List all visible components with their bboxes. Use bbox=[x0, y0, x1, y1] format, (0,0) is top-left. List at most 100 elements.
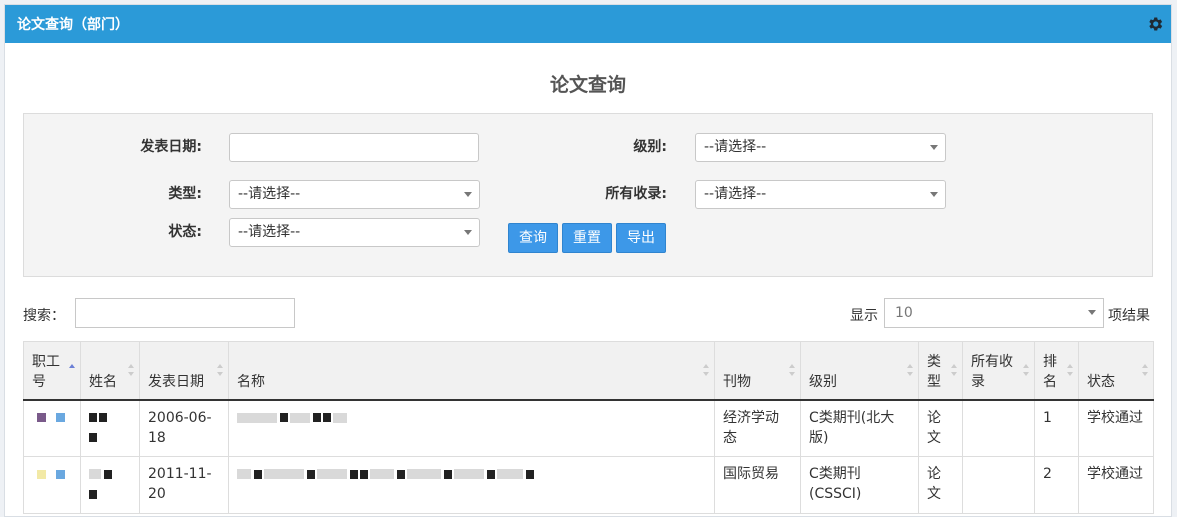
included-in-select[interactable]: --请选择-- bbox=[695, 180, 946, 209]
cell-status: 学校通过 bbox=[1078, 456, 1154, 514]
redacted-block bbox=[526, 469, 534, 479]
cell-employee-id bbox=[23, 456, 81, 514]
reset-button[interactable]: 重置 bbox=[562, 223, 612, 253]
redacted-block bbox=[37, 469, 46, 479]
cell-title bbox=[228, 399, 715, 457]
level-label: 级别: bbox=[633, 139, 667, 155]
table-header-row: 职工号 姓名 发表日期 名称 刊物 级别 类型 所有收录 排名 状态 bbox=[23, 341, 1154, 401]
type-select[interactable]: --请选择-- bbox=[229, 180, 480, 209]
cell-employee-id bbox=[23, 399, 81, 457]
cell-rank: 1 bbox=[1034, 399, 1079, 457]
redacted-block bbox=[264, 469, 304, 479]
redacted-block bbox=[89, 413, 97, 422]
redacted-block bbox=[444, 469, 452, 479]
redacted-block bbox=[317, 469, 347, 479]
col-label: 级别 bbox=[809, 373, 837, 390]
page-size-select[interactable]: 10 bbox=[884, 298, 1104, 328]
cell-type: 论文 bbox=[918, 399, 963, 457]
paper-table: 职工号 姓名 发表日期 名称 刊物 级别 类型 所有收录 排名 状态 2006-… bbox=[23, 341, 1154, 514]
redacted-block bbox=[454, 469, 484, 479]
col-type[interactable]: 类型 bbox=[918, 341, 963, 401]
included-in-select-value: --请选择-- bbox=[704, 186, 767, 202]
chevron-down-icon bbox=[930, 192, 938, 197]
col-status[interactable]: 状态 bbox=[1078, 341, 1154, 401]
cell-journal: 国际贸易 bbox=[714, 456, 801, 514]
cell-title bbox=[228, 456, 715, 514]
panel-title: 论文查询（部门） bbox=[17, 17, 129, 33]
level-select[interactable]: --请选择-- bbox=[695, 133, 946, 162]
sort-asc-icon bbox=[69, 364, 75, 376]
cell-included bbox=[962, 456, 1035, 514]
export-button[interactable]: 导出 bbox=[616, 223, 666, 253]
sort-icon bbox=[907, 364, 913, 377]
chevron-down-icon bbox=[464, 230, 472, 235]
included-in-label: 所有收录: bbox=[605, 186, 667, 202]
main-panel: 论文查询（部门） 论文查询 发表日期: 级别: --请选择-- 类型: --请选… bbox=[4, 4, 1172, 517]
sort-icon bbox=[703, 364, 709, 377]
redacted-block bbox=[89, 489, 97, 499]
chevron-down-icon bbox=[464, 192, 472, 197]
redacted-block bbox=[89, 433, 97, 442]
redacted-block bbox=[313, 413, 321, 422]
publish-date-label: 发表日期: bbox=[140, 139, 202, 155]
cell-publish-date: 2006-06-18 bbox=[139, 399, 229, 457]
col-included[interactable]: 所有收录 bbox=[962, 341, 1035, 401]
redacted-block bbox=[37, 413, 46, 422]
col-rank[interactable]: 排名 bbox=[1034, 341, 1079, 401]
cell-included bbox=[962, 399, 1035, 457]
col-title[interactable]: 名称 bbox=[228, 341, 715, 401]
table-row[interactable]: 2011-11-20 国际贸易 C类期刊(CSSCI) 论文 2 学校通过 bbox=[23, 456, 1154, 514]
redacted-block bbox=[89, 469, 101, 479]
query-button[interactable]: 查询 bbox=[508, 223, 558, 253]
status-select[interactable]: --请选择-- bbox=[229, 218, 480, 247]
redacted-block bbox=[407, 469, 441, 479]
level-select-value: --请选择-- bbox=[704, 139, 767, 155]
cell-type: 论文 bbox=[918, 456, 963, 514]
sort-icon bbox=[1067, 364, 1073, 377]
col-label: 类型 bbox=[927, 353, 941, 390]
col-label: 发表日期 bbox=[148, 373, 204, 390]
status-label: 状态: bbox=[168, 224, 202, 240]
sort-icon bbox=[217, 364, 223, 377]
col-employee-id[interactable]: 职工号 bbox=[23, 341, 81, 401]
col-label: 所有收录 bbox=[971, 353, 1013, 390]
redacted-block bbox=[370, 469, 394, 479]
redacted-block bbox=[237, 412, 277, 423]
page-title: 论文查询 bbox=[549, 74, 626, 96]
redacted-block bbox=[290, 412, 310, 423]
gear-icon[interactable] bbox=[1145, 14, 1165, 34]
sort-icon bbox=[789, 364, 795, 377]
cell-status: 学校通过 bbox=[1078, 399, 1154, 457]
type-select-value: --请选择-- bbox=[238, 186, 301, 202]
status-select-value: --请选择-- bbox=[238, 224, 301, 240]
table-row[interactable]: 2006-06-18 经济学动态 C类期刊(北大版) 论文 1 学校通过 bbox=[23, 399, 1154, 457]
col-label: 职工号 bbox=[32, 353, 60, 390]
redacted-block bbox=[333, 412, 347, 423]
chevron-down-icon bbox=[1088, 310, 1096, 315]
redacted-block bbox=[104, 469, 112, 479]
redacted-block bbox=[56, 469, 65, 479]
results-label: 项结果 bbox=[1108, 308, 1150, 324]
sort-icon bbox=[951, 364, 957, 377]
col-name[interactable]: 姓名 bbox=[80, 341, 140, 401]
col-level[interactable]: 级别 bbox=[800, 341, 919, 401]
redacted-block bbox=[56, 413, 65, 422]
redacted-block bbox=[350, 469, 358, 479]
col-label: 名称 bbox=[237, 373, 265, 390]
col-publish-date[interactable]: 发表日期 bbox=[139, 341, 229, 401]
filter-panel: 发表日期: 级别: --请选择-- 类型: --请选择-- 所有收录: --请选… bbox=[23, 113, 1153, 277]
cell-level: C类期刊(CSSCI) bbox=[800, 456, 919, 514]
redacted-block bbox=[99, 413, 107, 422]
col-label: 状态 bbox=[1087, 373, 1115, 390]
search-label: 搜索： bbox=[23, 308, 65, 324]
search-input[interactable] bbox=[75, 298, 295, 328]
redacted-block bbox=[360, 469, 368, 479]
type-label: 类型: bbox=[168, 186, 202, 202]
col-journal[interactable]: 刊物 bbox=[714, 341, 801, 401]
chevron-down-icon bbox=[930, 145, 938, 150]
cell-level: C类期刊(北大版) bbox=[800, 399, 919, 457]
show-label: 显示 bbox=[850, 308, 878, 324]
publish-date-input[interactable] bbox=[229, 133, 479, 162]
cell-name bbox=[80, 456, 140, 514]
col-label: 姓名 bbox=[89, 373, 117, 390]
